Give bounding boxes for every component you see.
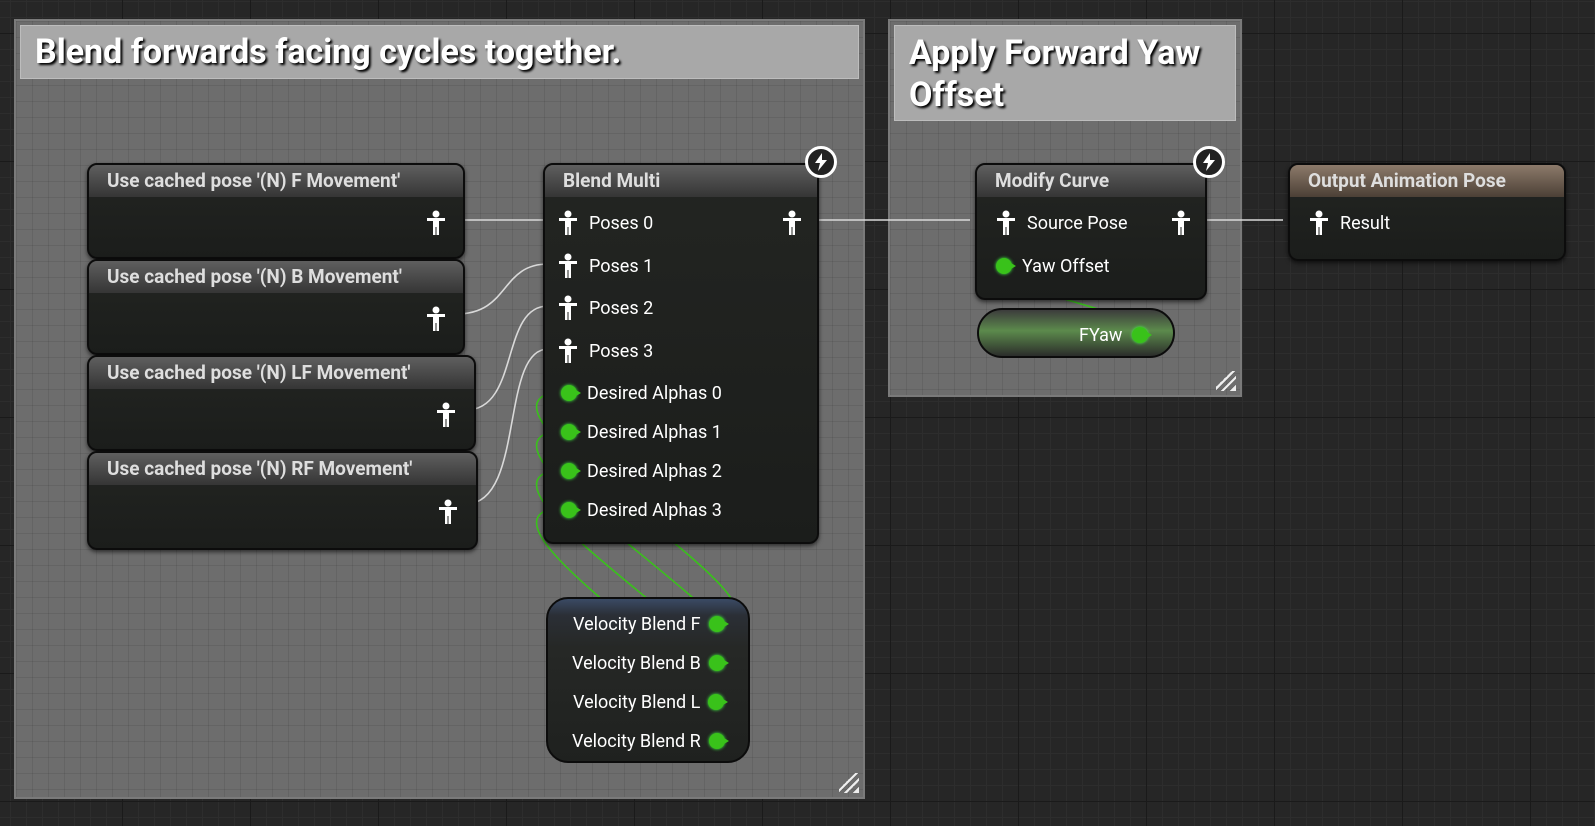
cached-pose-node-lf[interactable]: Use cached pose '(N) LF Movement': [87, 355, 476, 451]
float-pin-icon[interactable]: [708, 616, 729, 632]
alpha-input-pin-3[interactable]: Desired Alphas 3: [561, 495, 722, 525]
pose-wire-3: [465, 348, 549, 505]
pin-label: Desired Alphas 2: [587, 460, 722, 482]
fast-path-lightning-icon: [805, 146, 837, 178]
velocity-output-l[interactable]: Velocity Blend L: [573, 687, 729, 717]
node-title: Use cached pose '(N) LF Movement': [89, 357, 474, 389]
yaw-offset-pin[interactable]: Yaw Offset: [996, 251, 1110, 281]
float-pin-icon[interactable]: [1132, 327, 1153, 343]
float-pin-icon[interactable]: [708, 733, 729, 749]
pose-input-pin-1[interactable]: Poses 1: [557, 251, 653, 281]
pin-label: Velocity Blend R: [572, 730, 701, 752]
modify-curve-node[interactable]: Modify Curve Source Pose Yaw Offset: [975, 163, 1207, 300]
pose-input-pin-2[interactable]: Poses 2: [557, 293, 653, 323]
fast-path-lightning-icon: [1193, 146, 1225, 178]
float-pin-icon[interactable]: [561, 385, 581, 401]
float-pin-icon[interactable]: [561, 502, 581, 518]
alpha-input-pin-0[interactable]: Desired Alphas 0: [561, 378, 722, 408]
pose-pin-icon[interactable]: [425, 306, 447, 332]
pose-pin-icon[interactable]: [435, 402, 457, 428]
node-title: Blend Multi: [545, 165, 817, 197]
float-pin-icon[interactable]: [708, 694, 729, 710]
cached-pose-node-rf[interactable]: Use cached pose '(N) RF Movement': [87, 451, 478, 550]
node-title: Modify Curve: [977, 165, 1205, 197]
pose-pin-icon[interactable]: [557, 295, 579, 321]
pin-label: Poses 0: [589, 212, 654, 234]
pose-pin-icon[interactable]: [425, 210, 447, 236]
node-title: Use cached pose '(N) RF Movement': [89, 453, 476, 485]
pin-label: Yaw Offset: [1022, 255, 1110, 277]
pin-label: Velocity Blend L: [573, 691, 701, 713]
float-pin-icon[interactable]: [996, 258, 1016, 274]
pose-input-pin-0[interactable]: Poses 0: [557, 208, 653, 238]
pose-output-pin-icon[interactable]: [1170, 210, 1192, 236]
pose-output-pin-icon[interactable]: [781, 210, 803, 236]
float-pin-icon[interactable]: [708, 655, 729, 671]
alpha-input-pin-1[interactable]: Desired Alphas 1: [561, 417, 722, 447]
velocity-output-r[interactable]: Velocity Blend R: [572, 726, 729, 756]
cached-pose-node-f[interactable]: Use cached pose '(N) F Movement': [87, 163, 465, 259]
node-title: Use cached pose '(N) B Movement': [89, 261, 463, 293]
pin-label: Velocity Blend F: [573, 613, 701, 635]
pose-input-pin-3[interactable]: Poses 3: [557, 336, 653, 366]
pin-label: Poses 3: [589, 340, 654, 362]
pin-label: Poses 1: [589, 255, 654, 277]
blend-multi-node[interactable]: Blend Multi Poses 0 Poses 1 Poses 2 Pose…: [543, 163, 819, 544]
pin-label: Desired Alphas 0: [587, 382, 722, 404]
pose-pin-icon[interactable]: [995, 210, 1017, 236]
source-pose-pin[interactable]: Source Pose: [995, 208, 1128, 238]
float-pin-icon[interactable]: [561, 424, 581, 440]
pin-label: Desired Alphas 1: [587, 421, 722, 443]
velocity-output-b[interactable]: Velocity Blend B: [572, 648, 729, 678]
pin-label: Source Pose: [1027, 212, 1128, 234]
pin-label: FYaw: [1079, 324, 1123, 346]
fyaw-output-pin[interactable]: FYaw: [1079, 320, 1153, 350]
pose-wire-2: [465, 305, 549, 411]
node-title: Output Animation Pose: [1290, 165, 1564, 197]
pin-label: Result: [1340, 212, 1391, 234]
pin-label: Velocity Blend B: [572, 652, 701, 674]
float-pin-icon[interactable]: [561, 463, 581, 479]
output-animation-pose-node[interactable]: Output Animation Pose Result: [1288, 163, 1566, 261]
fyaw-variable-node[interactable]: FYaw: [977, 308, 1175, 358]
pose-wire-1: [455, 263, 549, 315]
cached-pose-node-b[interactable]: Use cached pose '(N) B Movement': [87, 259, 465, 355]
node-title: Use cached pose '(N) F Movement': [89, 165, 463, 197]
pose-pin-icon[interactable]: [437, 499, 459, 525]
velocity-blend-node[interactable]: Velocity Blend F Velocity Blend B Veloci…: [546, 597, 750, 763]
alpha-input-pin-2[interactable]: Desired Alphas 2: [561, 456, 722, 486]
velocity-output-f[interactable]: Velocity Blend F: [573, 609, 729, 639]
pin-label: Desired Alphas 3: [587, 499, 722, 521]
pose-pin-icon[interactable]: [557, 253, 579, 279]
pose-pin-icon[interactable]: [1308, 210, 1330, 236]
result-pin[interactable]: Result: [1308, 208, 1390, 238]
pose-pin-icon[interactable]: [557, 338, 579, 364]
pose-pin-icon[interactable]: [557, 210, 579, 236]
pin-label: Poses 2: [589, 297, 654, 319]
